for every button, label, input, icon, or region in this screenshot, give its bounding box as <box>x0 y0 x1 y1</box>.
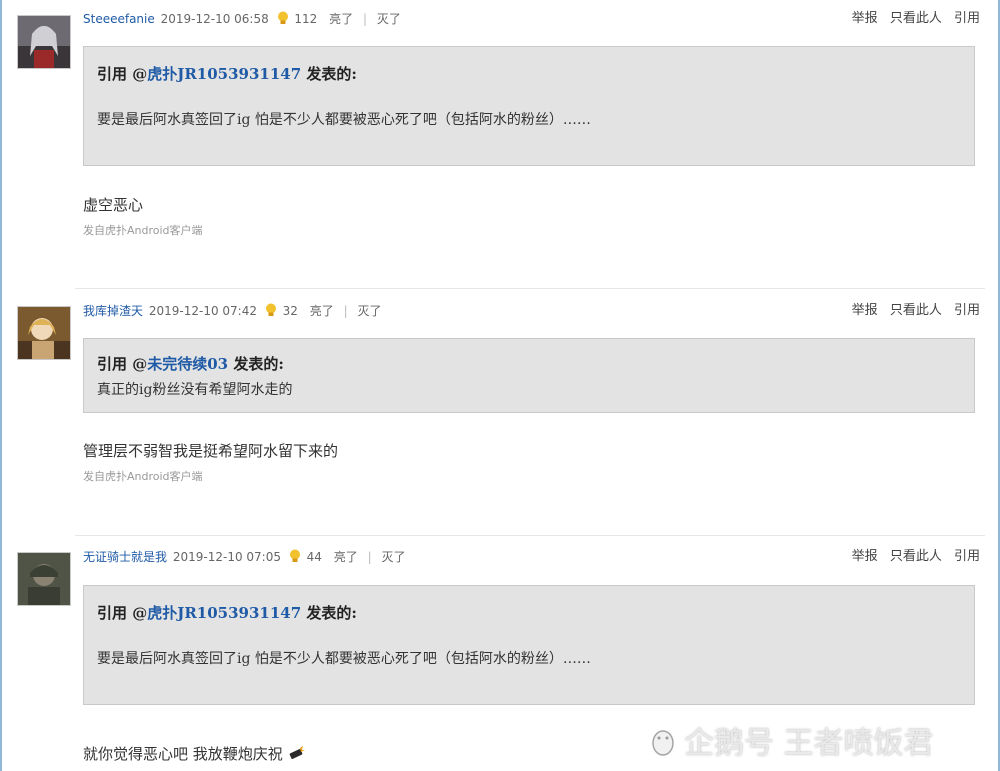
avatar-image <box>18 307 70 359</box>
avatar[interactable] <box>17 552 71 606</box>
username-link[interactable]: Steeeefanie <box>83 12 155 26</box>
post-meta: 无证骑士就是我 2019-12-10 07:05 44 亮了 | 灭了 <box>83 549 405 565</box>
quote-header: 引用 @未完待续03 发表的: <box>97 353 284 374</box>
quote-text: 要是最后阿水真签回了ig 怕是不少人都要被恶心死了吧（包括阿水的粉丝）…… <box>97 112 591 128</box>
only-this-user-link[interactable]: 只看此人 <box>890 549 942 564</box>
quote-prefix: 引用 @ <box>97 604 148 622</box>
light-button[interactable]: 亮了 <box>334 550 358 564</box>
post-timestamp: 2019-12-10 07:42 <box>148 304 257 318</box>
quoted-user-link[interactable]: 未完待续03 <box>147 355 228 373</box>
avatar[interactable] <box>17 15 71 69</box>
only-this-user-link[interactable]: 只看此人 <box>890 11 942 26</box>
post-timestamp: 2019-12-10 07:05 <box>172 550 281 564</box>
separator: | <box>343 304 348 318</box>
quote-suffix: 发表的: <box>301 604 357 622</box>
reply-text: 虚空恶心 <box>83 196 144 214</box>
quote-block: 引用 @未完待续03 发表的: 真正的ig粉丝没有希望阿水走的 <box>83 338 975 413</box>
post-timestamp: 2019-12-10 06:58 <box>160 12 269 26</box>
separator: | <box>367 550 372 564</box>
quote-header: 引用 @虎扑JR1053931147 发表的: <box>97 63 357 84</box>
post-meta: Steeeefanie 2019-12-10 06:58 112 亮了 | 灭了 <box>83 11 401 27</box>
quote-block: 引用 @虎扑JR1053931147 发表的: 要是最后阿水真签回了ig 怕是不… <box>83 585 975 705</box>
report-link[interactable]: 举报 <box>852 549 878 564</box>
post-source: 发自虎扑Android客户端 <box>83 470 203 483</box>
light-button[interactable]: 亮了 <box>310 304 334 318</box>
quote-block: 引用 @虎扑JR1053931147 发表的: 要是最后阿水真签回了ig 怕是不… <box>83 46 975 166</box>
lightbulb-icon <box>289 549 300 562</box>
reply-text: 管理层不弱智我是挺希望阿水留下来的 <box>83 442 339 460</box>
report-link[interactable]: 举报 <box>852 11 878 26</box>
reply-text: 就你觉得恶心吧 我放鞭炮庆祝 <box>83 743 306 764</box>
quote-link[interactable]: 引用 <box>954 11 980 26</box>
light-count: 112 <box>294 12 318 26</box>
avatar[interactable] <box>17 306 71 360</box>
light-count: 32 <box>282 304 298 318</box>
post-actions: 举报 只看此人 引用 <box>844 303 980 319</box>
report-link[interactable]: 举报 <box>852 303 878 318</box>
quote-prefix: 引用 @ <box>97 65 148 83</box>
username-link[interactable]: 我库掉渣天 <box>83 304 143 318</box>
post-source: 发自虎扑Android客户端 <box>83 224 203 237</box>
penguin-icon <box>652 730 674 756</box>
light-button[interactable]: 亮了 <box>329 12 353 26</box>
watermark: 企鹅号 王者喷饭君 <box>648 718 934 762</box>
firecracker-icon <box>289 746 305 759</box>
lightbulb-icon <box>277 11 288 24</box>
quote-prefix: 引用 @ <box>97 355 148 373</box>
post-divider <box>75 288 985 289</box>
post-meta: 我库掉渣天 2019-12-10 07:42 32 亮了 | 灭了 <box>83 303 381 319</box>
avatar-image <box>18 16 70 68</box>
quote-link[interactable]: 引用 <box>954 303 980 318</box>
dark-button[interactable]: 灭了 <box>377 12 401 26</box>
username-link[interactable]: 无证骑士就是我 <box>83 550 167 564</box>
quote-suffix: 发表的: <box>301 65 357 83</box>
quote-suffix: 发表的: <box>228 355 284 373</box>
post-actions: 举报 只看此人 引用 <box>844 549 980 565</box>
quoted-user-link[interactable]: 虎扑JR1053931147 <box>147 604 301 622</box>
avatar-image <box>18 553 70 605</box>
light-count: 44 <box>306 550 322 564</box>
frame-left-border <box>0 0 2 771</box>
dark-button[interactable]: 灭了 <box>381 550 405 564</box>
separator: | <box>362 12 368 26</box>
post-actions: 举报 只看此人 引用 <box>844 11 980 27</box>
post-divider <box>75 535 985 536</box>
quote-text: 真正的ig粉丝没有希望阿水走的 <box>97 382 293 398</box>
lightbulb-icon <box>265 303 276 316</box>
reply-text-content: 就你觉得恶心吧 我放鞭炮庆祝 <box>83 745 283 763</box>
dark-button[interactable]: 灭了 <box>357 304 381 318</box>
quote-header: 引用 @虎扑JR1053931147 发表的: <box>97 602 357 623</box>
quote-link[interactable]: 引用 <box>954 549 980 564</box>
quoted-user-link[interactable]: 虎扑JR1053931147 <box>147 65 301 83</box>
watermark-text: 企鹅号 王者喷饭君 <box>684 726 934 761</box>
quote-text: 要是最后阿水真签回了ig 怕是不少人都要被恶心死了吧（包括阿水的粉丝）…… <box>97 651 591 667</box>
only-this-user-link[interactable]: 只看此人 <box>890 303 942 318</box>
